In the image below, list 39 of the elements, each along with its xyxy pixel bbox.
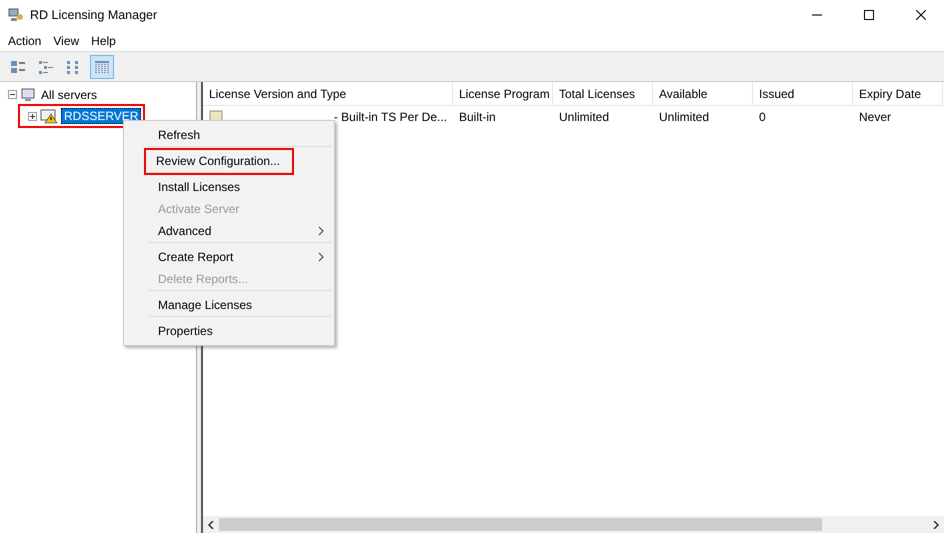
menu-item[interactable]: Help — [85, 34, 122, 48]
table-cell: 0 — [759, 110, 766, 124]
menu-item[interactable]: Create Report — [148, 246, 332, 268]
collapse-icon[interactable] — [8, 90, 17, 99]
maximize-icon[interactable] — [864, 10, 874, 20]
tree-item[interactable]: RDSSERVER — [61, 108, 142, 124]
details-view-icon — [94, 58, 110, 74]
scroll-left-icon[interactable] — [207, 520, 215, 528]
table-cell: Unlimited — [559, 110, 610, 124]
expand-icon[interactable] — [28, 112, 37, 120]
table-cell: Never — [859, 110, 892, 124]
window-title: RD Licensing Manager — [30, 8, 158, 22]
view-button[interactable] — [90, 54, 114, 78]
table-cell: Built-in — [459, 110, 496, 124]
column-header[interactable]: Total Licenses — [553, 82, 653, 105]
menu-item[interactable]: View — [47, 34, 86, 48]
server-key-icon — [8, 7, 24, 23]
column-header[interactable]: License Version and Type — [203, 82, 453, 105]
menu-item[interactable]: Manage Licenses — [148, 294, 332, 317]
horizontal-scrollbar[interactable] — [203, 516, 944, 533]
server-group-icon — [20, 86, 36, 102]
column-header[interactable]: License Program — [453, 82, 553, 105]
table-cell: - Built-in TS Per De... — [334, 110, 447, 124]
large-icons-icon — [10, 58, 26, 74]
menu-item[interactable]: Install Licenses — [148, 176, 332, 198]
scroll-right-icon[interactable] — [932, 520, 940, 528]
menu-item[interactable]: Advanced — [148, 220, 332, 243]
menu-item[interactable]: Refresh — [148, 124, 332, 147]
close-icon[interactable] — [916, 10, 926, 20]
table-cell: Unlimited — [659, 110, 710, 124]
scrollbar-thumb[interactable] — [219, 518, 822, 531]
column-header[interactable]: Issued — [753, 82, 853, 105]
column-header[interactable]: Available — [653, 82, 753, 105]
menu-item[interactable]: Properties — [148, 320, 332, 342]
menu-item[interactable]: Action — [2, 34, 48, 48]
small-icons-icon — [38, 58, 54, 74]
column-header[interactable]: Expiry Date — [853, 82, 943, 105]
menu-item[interactable]: Review Configuration... — [146, 150, 292, 173]
tree-item[interactable]: All servers — [39, 88, 100, 102]
